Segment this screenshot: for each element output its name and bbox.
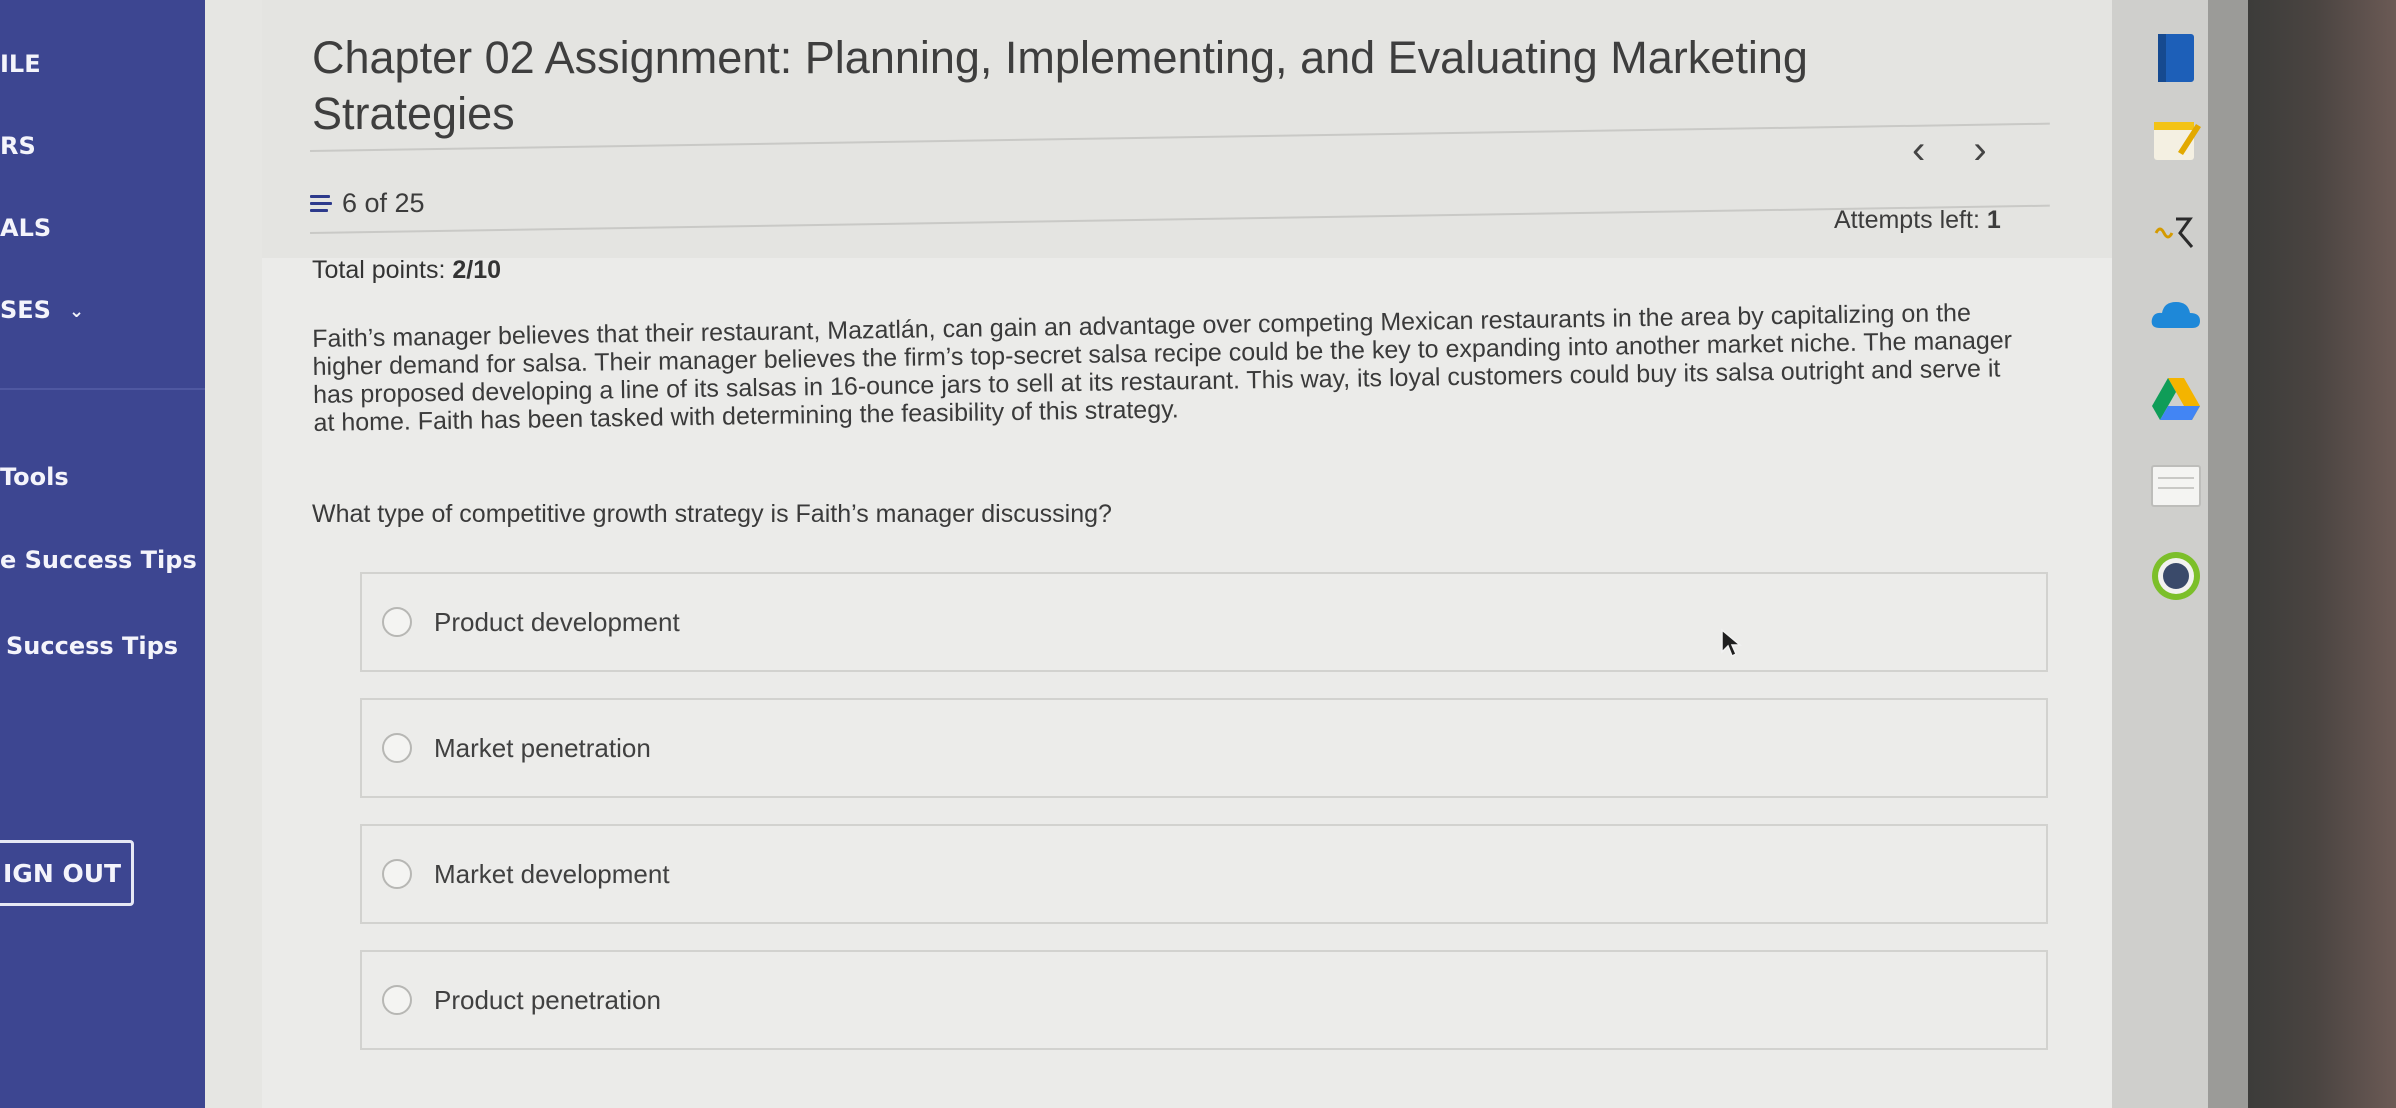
attempts-left: Attempts left: 1 — [1834, 206, 2001, 234]
page-title: Chapter 02 Assignment: Planning, Impleme… — [312, 32, 1808, 139]
sidebar-divider — [0, 388, 205, 390]
sidebar-item-tutorials[interactable]: ALS — [0, 214, 51, 242]
left-sidebar: ILE RS ALS SES ⌄ Tools e Success Tips Suc… — [0, 0, 205, 1108]
question-arrows: ‹ › — [1912, 128, 1987, 173]
next-question-icon[interactable]: › — [1973, 128, 1986, 173]
circle-app-icon[interactable] — [2148, 548, 2204, 604]
answer-option-label: Product development — [434, 606, 680, 637]
sidebar-item-success-tips-1[interactable]: e Success Tips — [0, 546, 197, 574]
answer-option-label: Market development — [434, 858, 670, 889]
radio-button[interactable] — [382, 985, 412, 1015]
book-icon[interactable] — [2148, 30, 2204, 86]
answer-option-2[interactable]: Market penetration — [360, 698, 2048, 798]
audio-wave-icon[interactable] — [2148, 205, 2204, 261]
radio-button[interactable] — [382, 733, 412, 763]
sidebar-item-courses[interactable]: RS — [0, 132, 36, 160]
notepad-pencil-icon[interactable] — [2148, 112, 2204, 168]
answer-option-3[interactable]: Market development — [360, 824, 2048, 924]
answer-option-label: Market penetration — [434, 732, 651, 763]
question-position: 6 of 25 — [342, 188, 425, 218]
sign-out-button[interactable]: IGN OUT — [0, 840, 134, 906]
drive-icon[interactable] — [2148, 372, 2204, 428]
answer-option-label: Product penetration — [434, 984, 661, 1015]
question-prompt: What type of competitive growth strategy… — [312, 500, 1112, 528]
total-points-value: 2/10 — [452, 256, 502, 284]
document-stack-icon[interactable] — [2148, 458, 2204, 514]
radio-button[interactable] — [382, 607, 412, 637]
sidebar-item-tools[interactable]: Tools — [0, 463, 69, 491]
sidebar-item-profile[interactable]: ILE — [0, 50, 41, 78]
chevron-down-icon: ⌄ — [68, 300, 85, 322]
cloud-icon[interactable] — [2148, 288, 2204, 344]
question-text: Faith’s manager believes that their rest… — [312, 298, 2013, 437]
page-gutter — [205, 0, 265, 1108]
screen: ILE RS ALS SES ⌄ Tools e Success Tips Suc… — [0, 0, 2396, 1108]
answer-option-4[interactable]: Product penetration — [360, 950, 2048, 1050]
screen-bezel — [2248, 0, 2396, 1108]
previous-question-icon[interactable]: ‹ — [1912, 128, 1925, 173]
radio-button[interactable] — [382, 859, 412, 889]
question-navigator[interactable]: 6 of 25 — [310, 188, 425, 219]
attempts-left-value: 1 — [1986, 206, 2001, 234]
question-list-icon[interactable] — [310, 194, 332, 213]
sidebar-item-success-tips-2[interactable]: Success Tips — [6, 632, 178, 660]
answer-option-1[interactable]: Product development — [360, 572, 2048, 672]
assignment-card: Chapter 02 Assignment: Planning, Impleme… — [262, 0, 2112, 1108]
sidebar-item-resources[interactable]: SES ⌄ — [0, 296, 84, 324]
dock-edge — [2208, 0, 2248, 1108]
mouse-cursor-icon — [1721, 628, 1743, 658]
total-points: Total points: 2/10 — [312, 256, 502, 284]
